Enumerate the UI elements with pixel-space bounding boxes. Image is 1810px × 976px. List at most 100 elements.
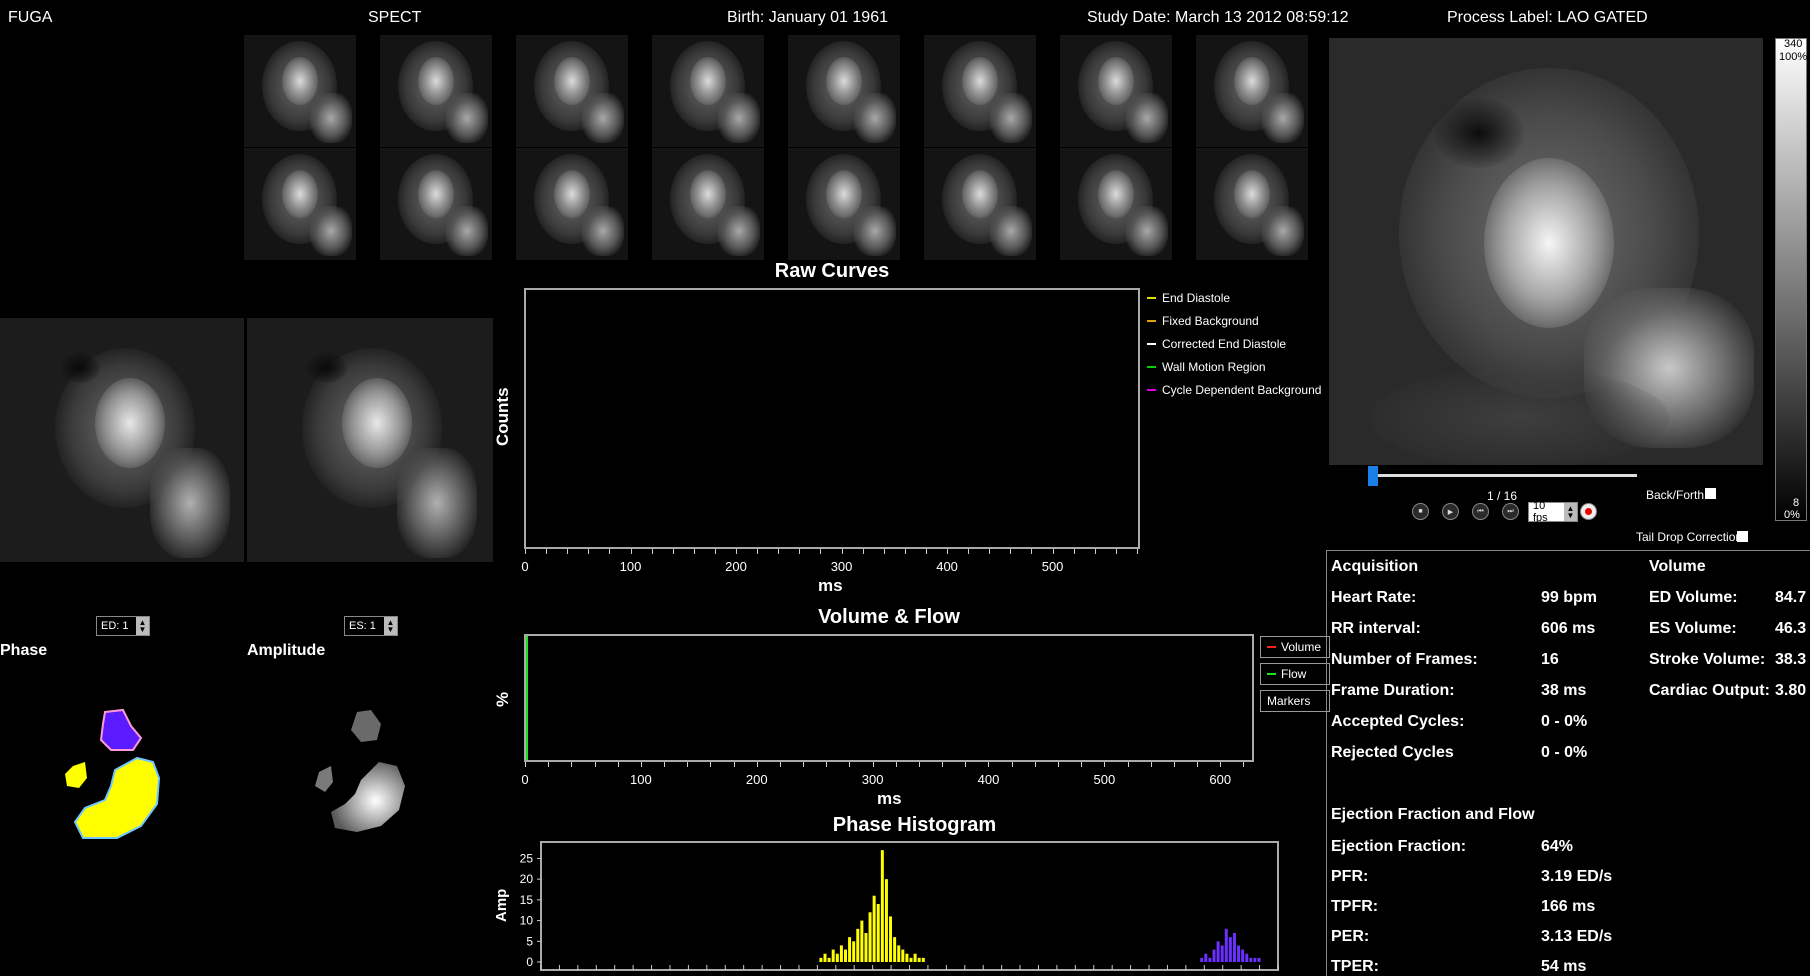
frame-thumbnail[interactable] [788,148,900,260]
histogram-bar [913,953,917,962]
legend-label: Fixed Background [1162,314,1259,328]
histogram-ylabel: Amp [493,888,510,922]
axis-tick [1220,762,1222,767]
frame-thumbnail[interactable] [516,35,628,147]
axis-tick [757,549,759,554]
axis-tick [778,549,780,554]
es-frame-spinner[interactable]: ES: 1 ▲ ▼ [344,616,398,636]
frame-thumbnail[interactable] [1060,148,1172,260]
ed-image[interactable] [0,318,244,562]
vf-button-markers[interactable]: Markers [1260,690,1330,712]
info-label: RR interval: [1331,620,1421,637]
info-label: TPFR: [1331,898,1379,915]
frame-thumbnail[interactable] [924,148,1036,260]
axis-tick [1173,762,1175,767]
info-value: 0 - 0% [1541,744,1588,761]
frame-thumbnail[interactable] [244,148,356,260]
info-value: 38 ms [1541,682,1587,699]
previous-frame-icon[interactable]: ⏮ [1472,503,1489,520]
axis-tick [1127,762,1129,767]
axis-tick [820,549,822,554]
tick-label: 300 [861,772,884,787]
frame-slider-handle[interactable] [1368,466,1378,486]
volume-flow-title: Volume & Flow [818,606,960,628]
frame-slider-track[interactable] [1372,474,1637,477]
info-label: Heart Rate: [1331,589,1417,606]
info-value: 54 ms [1541,958,1587,975]
vf-button-flow[interactable]: Flow [1260,663,1330,685]
volume-flow-plot[interactable] [524,634,1254,762]
histogram-bar [860,920,864,962]
axis-tick [1137,549,1138,554]
back-forth-checkbox[interactable] [1705,488,1716,499]
tick-label: 100 [619,559,642,574]
legend-label: Wall Motion Region [1162,360,1266,374]
colorbar-min-pct: 0% [1784,509,1800,521]
axis-tick [904,549,906,554]
record-icon[interactable] [1580,503,1597,520]
es-image[interactable] [247,318,493,562]
info-label: PFR: [1331,868,1369,885]
axis-tick [1052,549,1054,554]
frame-thumbnail[interactable] [1196,148,1308,260]
fps-spinner[interactable]: 10 fps ▲ ▼ [1528,500,1578,524]
axis-tick [736,549,738,554]
frame-thumbnail[interactable] [788,35,900,147]
amplitude-label: Amplitude [247,642,326,659]
frame-thumbnail[interactable] [652,35,764,147]
ejection-title: Ejection Fraction and Flow [1331,806,1535,823]
ed-frame-spinner[interactable]: ED: 1 ▲ ▼ [96,616,150,636]
axis-tick [672,549,674,554]
axis-tick [546,549,548,554]
raw-curves-plot[interactable] [524,288,1140,549]
vf-button-label: Markers [1267,694,1311,708]
tail-drop-checkbox[interactable] [1737,531,1748,542]
axis-tick [1031,549,1033,554]
birth-date: Birth: January 01 1961 [727,9,888,26]
histogram-bar [856,928,860,962]
histogram-bar [1257,957,1261,962]
frame-thumbnail[interactable] [516,148,628,260]
next-frame-icon[interactable]: ⏭ [1502,503,1519,520]
frame-thumbnail[interactable] [380,148,492,260]
histogram-bar [848,937,852,962]
frame-thumbnail[interactable] [380,35,492,147]
spinner-arrows-icon[interactable]: ▲ ▼ [136,617,149,635]
frame-thumbnail[interactable] [652,148,764,260]
info-label: Stroke Volume: [1649,651,1766,668]
tick-label: 500 [1041,559,1064,574]
axis-tick [710,762,712,767]
phase-map [65,708,161,839]
axis-tick [779,762,781,767]
frame-thumbnail[interactable] [244,35,356,147]
histogram-bar [1237,945,1241,962]
legend-swatch [1147,297,1156,299]
cine-image[interactable] [1329,38,1763,465]
stop-icon[interactable]: ■ [1412,503,1429,520]
histogram-bar [897,945,901,962]
axis-tick [965,762,967,767]
histogram-bar [1232,933,1236,962]
axis-tick [714,549,716,554]
frame-thumbnail[interactable] [1060,35,1172,147]
axis-tick [687,762,689,767]
info-label: Frame Duration: [1331,682,1455,699]
frame-thumbnail[interactable] [924,35,1036,147]
spinner-arrows-icon[interactable]: ▲ ▼ [1564,503,1577,521]
vf-button-volume[interactable]: Volume [1260,636,1330,658]
histogram-bar [921,957,925,962]
info-label: ED Volume: [1649,589,1738,606]
info-value: 99 bpm [1541,589,1598,606]
legend-item: Fixed Background [1147,314,1259,328]
volume-title: Volume [1649,558,1706,575]
histogram-bar [876,904,880,962]
frame-thumbnail[interactable] [1196,35,1308,147]
ed-spinner-value: ED: 1 [101,620,129,632]
phase-histogram-plot[interactable]: 25 20 15 10 5 0 [493,838,1293,976]
info-label: Rejected Cycles [1331,744,1454,761]
play-icon[interactable]: ▶ [1442,503,1459,520]
axis-tick [1150,762,1152,767]
histogram-bar [872,895,876,962]
spinner-arrows-icon[interactable]: ▲ ▼ [384,617,397,635]
histogram-bar [1208,957,1212,962]
